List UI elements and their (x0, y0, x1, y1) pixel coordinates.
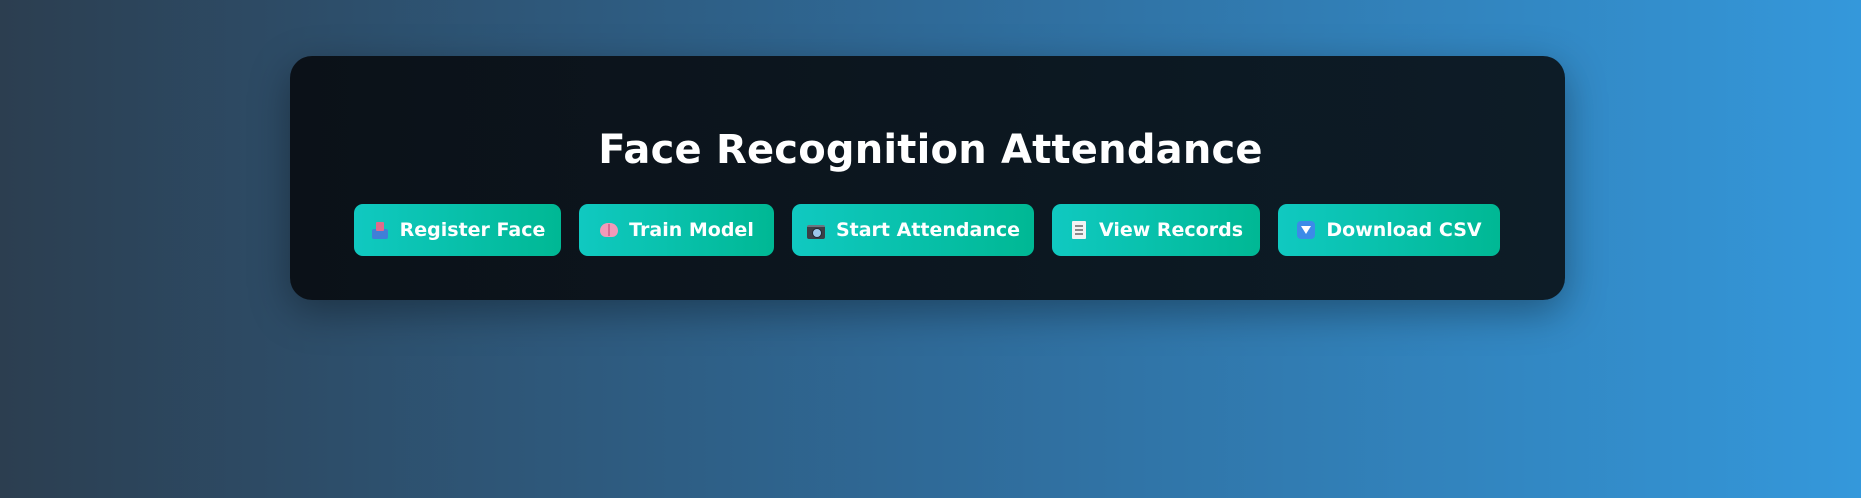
brain-icon (599, 220, 619, 240)
start-attendance-button[interactable]: Start Attendance (792, 204, 1034, 256)
start-attendance-label: Start Attendance (835, 219, 1021, 241)
view-records-button[interactable]: View Records (1052, 204, 1260, 256)
page-title: Face Recognition Attendance (598, 127, 1263, 173)
main-card (290, 56, 1565, 300)
inbox-tray-icon (370, 220, 390, 240)
down-arrow-icon (1296, 220, 1316, 240)
receipt-icon (1069, 220, 1089, 240)
train-model-label: Train Model (629, 219, 754, 241)
register-face-label: Register Face (399, 219, 546, 241)
view-records-label: View Records (1098, 219, 1244, 241)
download-csv-button[interactable]: Download CSV (1278, 204, 1500, 256)
register-face-button[interactable]: Register Face (354, 204, 561, 256)
train-model-button[interactable]: Train Model (579, 204, 774, 256)
camera-icon (806, 220, 826, 240)
download-csv-label: Download CSV (1326, 219, 1482, 241)
